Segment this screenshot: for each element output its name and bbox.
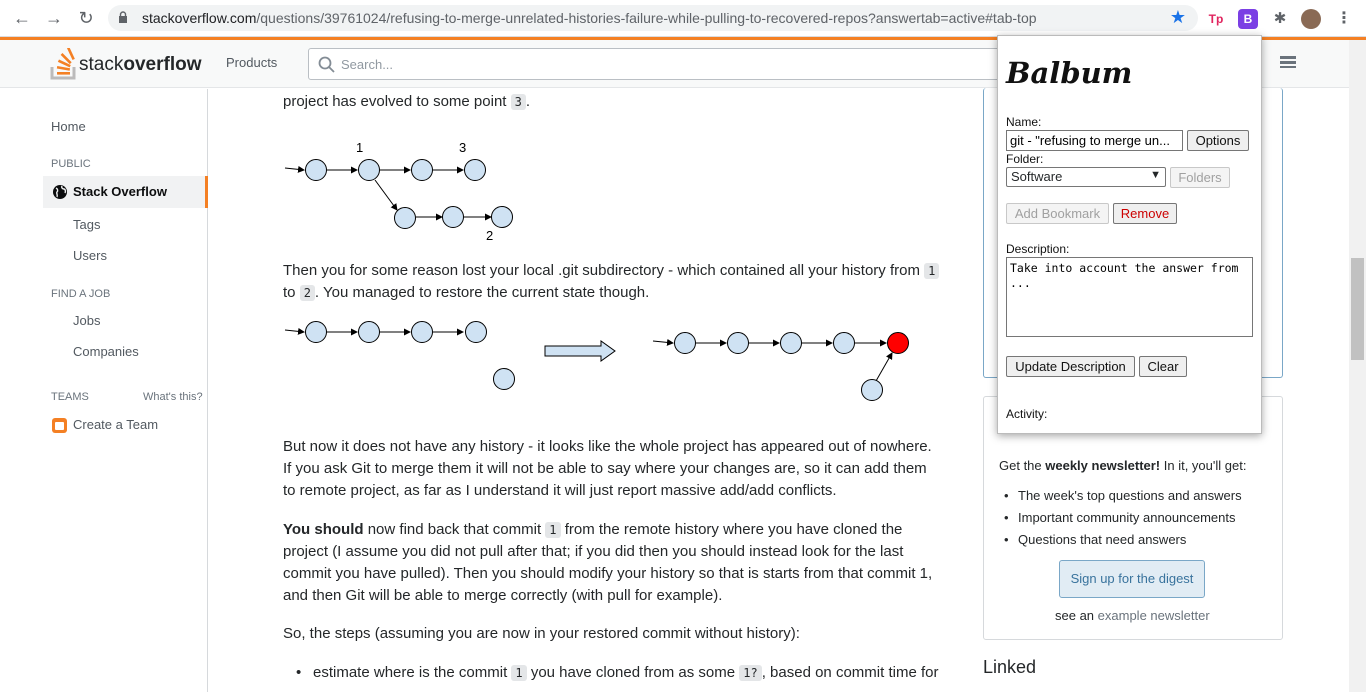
globe-icon [53, 185, 67, 199]
nav-stack-overflow[interactable]: Stack Overflow [43, 176, 208, 208]
chrome-menu-icon[interactable]: ⋮ [1334, 9, 1354, 29]
extensions-puzzle-icon[interactable]: ✱ [1270, 9, 1290, 29]
history-diagram-1: 1 3 2 [284, 140, 513, 243]
transform-arrow [544, 340, 616, 362]
name-label: Name: [1006, 115, 1042, 129]
merge-commit-node [887, 332, 909, 354]
commit-node [780, 332, 802, 354]
newsletter-intro: Get the weekly newsletter! In it, you'll… [999, 458, 1247, 473]
search-icon [318, 56, 335, 73]
commit-node [411, 159, 433, 181]
search-input[interactable]: Search... [308, 48, 1008, 80]
commit-label-3: 3 [459, 140, 466, 155]
newsletter-item: • The week's top questions and answers [1004, 488, 1242, 503]
description-textarea[interactable]: Take into account the answer from ... [1006, 257, 1253, 337]
commit-node [411, 321, 433, 343]
left-sidebar: Home PUBLIC Stack Overflow Tags Users FI… [0, 89, 208, 692]
tp-extension-icon[interactable]: Tp [1206, 9, 1226, 29]
newsletter-item: • Important community announcements [1004, 510, 1236, 525]
folder-select[interactable]: Software ▼ [1006, 167, 1166, 187]
clear-button[interactable]: Clear [1139, 356, 1187, 377]
reload-icon[interactable]: ↻ [76, 8, 96, 28]
commit-node [491, 206, 513, 228]
products-link[interactable]: Products [226, 55, 277, 70]
scrollbar-thumb[interactable] [1351, 258, 1364, 360]
newsletter-item: • Questions that need answers [1004, 532, 1187, 547]
example-newsletter-link[interactable]: example newsletter [1098, 608, 1210, 623]
bookmark-star-icon[interactable]: ★ [1170, 7, 1186, 28]
page-scrollbar[interactable] [1349, 40, 1366, 692]
commit-node [833, 332, 855, 354]
nav-section-public: PUBLIC [51, 158, 91, 170]
update-description-button[interactable]: Update Description [1006, 356, 1135, 377]
paragraph-no-history: But now it does not have any history - i… [283, 438, 932, 499]
linked-heading: Linked [983, 657, 1037, 677]
popup-title: Balbum [1006, 56, 1133, 90]
description-label: Description: [1006, 242, 1070, 256]
site-switcher-icon[interactable] [1280, 56, 1296, 70]
balbum-extension-icon[interactable]: B [1238, 9, 1258, 29]
commit-node [394, 207, 416, 229]
browser-toolbar: ← → ↻ stackoverflow.com/questions/397610… [0, 0, 1366, 37]
logo-wordmark[interactable]: stackoverflow [79, 54, 201, 76]
commit-label-1: 1 [356, 140, 363, 155]
nav-companies[interactable]: Companies [73, 344, 139, 359]
bookmark-name-input[interactable] [1006, 130, 1183, 151]
inline-code: 3 [510, 94, 526, 110]
commit-label-2: 2 [486, 228, 493, 243]
add-bookmark-button[interactable]: Add Bookmark [1006, 203, 1109, 224]
stackoverflow-logo-icon[interactable] [50, 48, 80, 80]
folder-label: Folder: [1006, 152, 1044, 166]
commit-node [305, 321, 327, 343]
commit-node [464, 159, 486, 181]
whats-this-link[interactable]: What's this? [143, 391, 203, 403]
url-text: stackoverflow.com/questions/39761024/ref… [142, 10, 1037, 26]
nav-tags[interactable]: Tags [73, 217, 100, 232]
commit-node [358, 159, 380, 181]
commit-node [305, 159, 327, 181]
nav-section-teams: TEAMS [51, 391, 89, 403]
nav-home[interactable]: Home [51, 119, 86, 134]
commit-node [442, 206, 464, 228]
folders-button[interactable]: Folders [1170, 167, 1230, 188]
list-item-estimate: • estimate where is the commit 1 you hav… [296, 664, 939, 681]
commit-node [674, 332, 696, 354]
address-bar[interactable]: stackoverflow.com/questions/39761024/ref… [108, 5, 1198, 31]
commit-node [465, 321, 487, 343]
remove-button[interactable]: Remove [1113, 203, 1177, 224]
chevron-down-icon: ▼ [1150, 169, 1161, 181]
paragraph-you-should: You should now find back that commit 1 f… [283, 521, 933, 604]
balbum-popup: Balbum Name: Options Folder: Software▼ F… [997, 35, 1262, 434]
commit-node [358, 321, 380, 343]
commit-node [727, 332, 749, 354]
back-arrow-icon[interactable]: ← [12, 8, 32, 28]
teams-icon [52, 418, 67, 433]
paragraph-steps: So, the steps (assuming you are now in y… [283, 625, 800, 642]
example-newsletter-line: see an example newsletter [1055, 608, 1210, 623]
history-diagram-2 [284, 321, 909, 401]
paragraph-lost-git: Then you for some reason lost your local… [283, 260, 943, 304]
commit-node [493, 368, 515, 390]
sign-up-digest-button[interactable]: Sign up for the digest [1059, 560, 1205, 598]
paragraph-evolved: project has evolved to some point 3. [283, 93, 531, 110]
activity-label: Activity: [1006, 407, 1048, 421]
nav-users[interactable]: Users [73, 248, 107, 263]
lock-icon [119, 11, 127, 23]
nav-section-find-job: FIND A JOB [51, 288, 111, 300]
options-button[interactable]: Options [1187, 130, 1249, 151]
commit-node [861, 379, 883, 401]
nav-jobs[interactable]: Jobs [73, 313, 100, 328]
forward-arrow-icon[interactable]: → [44, 8, 64, 28]
profile-avatar[interactable] [1301, 9, 1321, 29]
